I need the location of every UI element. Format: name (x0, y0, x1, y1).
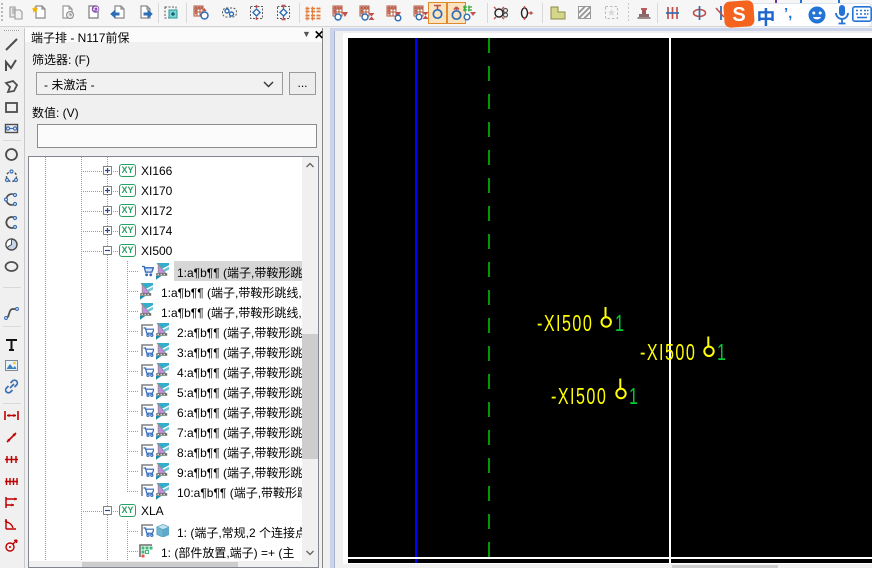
svg-text:S: S (732, 4, 745, 26)
